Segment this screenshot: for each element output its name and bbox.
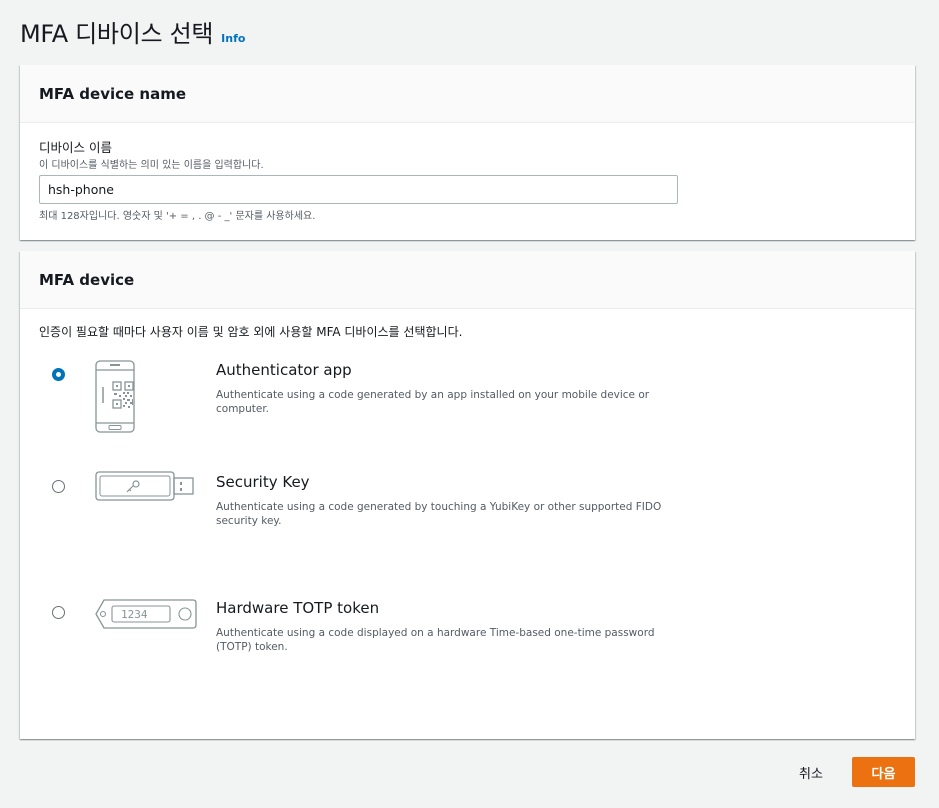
mfa-device-description: 인증이 필요할 때마다 사용자 이름 및 암호 외에 사용할 MFA 디바이스를… (39, 325, 463, 339)
totp-display-digits: 1234 (121, 608, 148, 621)
info-link[interactable]: Info (221, 32, 245, 45)
option-security-key[interactable]: Security Key Authenticate using a code g… (20, 463, 915, 563)
next-button[interactable]: 다음 (852, 757, 915, 787)
radio-hardware-totp[interactable] (52, 606, 65, 619)
option-desc-security-key: Authenticate using a code generated by t… (216, 501, 662, 527)
device-name-panel: MFA device name 디바이스 이름 이 디바이스를 식별하는 의미 … (20, 65, 915, 240)
device-name-panel-header: MFA device name (20, 65, 915, 123)
radio-authenticator-app[interactable] (52, 368, 65, 381)
device-name-input[interactable] (39, 175, 678, 204)
phone-qr-icon (95, 360, 135, 433)
device-name-panel-title: MFA device name (39, 84, 187, 103)
page-title: MFA 디바이스 선택 (20, 20, 214, 48)
mfa-device-panel-title: MFA device (39, 270, 135, 289)
cancel-button[interactable]: 취소 (786, 758, 836, 786)
security-key-icon (95, 471, 194, 501)
radio-security-key[interactable] (52, 480, 65, 493)
option-title-hardware-totp: Hardware TOTP token (216, 599, 380, 617)
option-authenticator-app[interactable]: Authenticator app Authenticate using a c… (20, 351, 915, 451)
mfa-device-panel: MFA device 인증이 필요할 때마다 사용자 이름 및 암호 외에 사용… (20, 251, 915, 739)
mfa-device-panel-header: MFA device (20, 251, 915, 309)
option-hardware-totp[interactable]: 1234 Hardware TOTP token Authenticate us… (20, 589, 915, 689)
device-name-constraint: 최대 128자입니다. 영숫자 및 '+ = , . @ - _' 문자를 사용… (39, 211, 316, 222)
option-title-security-key: Security Key (216, 473, 310, 491)
totp-token-icon: 1234 (95, 599, 197, 629)
page-header: MFA 디바이스 선택 Info (20, 14, 245, 49)
option-desc-authenticator-app: Authenticate using a code generated by a… (216, 389, 650, 415)
device-name-description: 이 디바이스를 식별하는 의미 있는 이름을 입력합니다. (39, 160, 264, 171)
option-desc-hardware-totp: Authenticate using a code displayed on a… (216, 627, 655, 653)
device-name-label: 디바이스 이름 (39, 140, 112, 155)
option-title-authenticator-app: Authenticator app (216, 361, 352, 379)
